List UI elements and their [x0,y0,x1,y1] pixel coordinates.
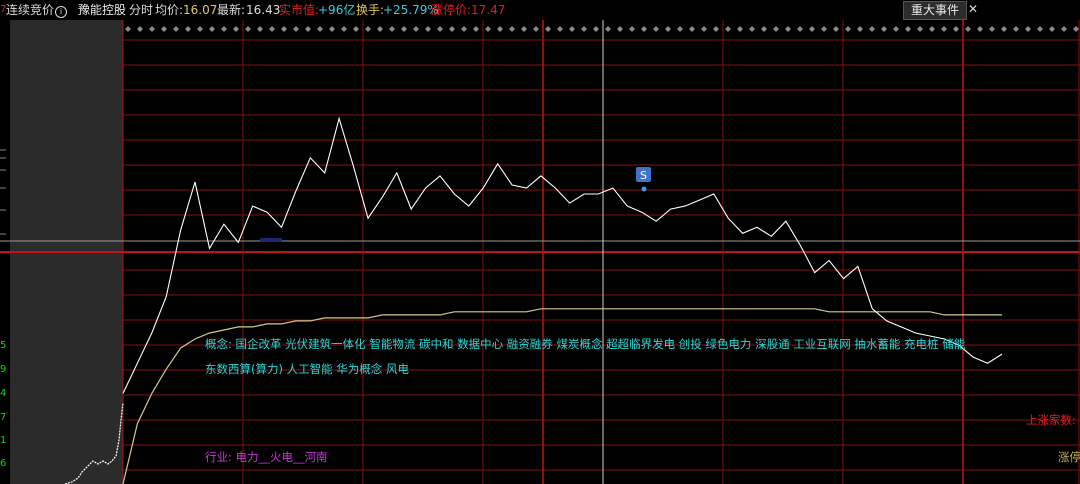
concept-tags-line1: 概念: 国企改革 光伏建筑一体化 智能物流 碳中和 数据中心 融资融券 煤炭概念… [205,336,965,352]
limit-up-label: 涨停 [1058,450,1080,464]
concept-tags-line2: 东数西算(算力) 人工智能 华为概念 风电 [205,362,409,376]
avg-line-highlight [260,238,282,242]
industry-info: 行业: 电力__火电__河南 [205,449,328,465]
limit-price-value: 17.47 [471,3,506,17]
latest-price-value: 16.43 [246,3,281,17]
limit-price-label: 涨停价: [431,3,472,17]
info-icon[interactable]: i [55,6,68,18]
concept-label: 概念: [205,337,232,351]
rise-count-label: 上涨家数: [1026,413,1076,427]
concept-list: 国企改革 光伏建筑一体化 智能物流 碳中和 数据中心 融资融券 煤炭概念 超超临… [235,337,966,351]
avg-price-label: 均价: [155,3,184,17]
chart-mode[interactable]: 分时 [129,0,153,20]
industry-value: 电力__火电__河南 [235,450,328,464]
latest-price-label: 最新: [217,3,246,17]
close-icon[interactable]: ✕ [966,1,980,18]
auction-label: 连续竞价 [6,3,55,17]
trading-status: 连续竞价 i [6,0,68,20]
stock-name: 豫能控股 [78,3,127,17]
market-cap-label: 实市值: [279,3,320,17]
signal-dot [641,186,647,192]
axis-label: 9 [0,364,7,375]
major-events-button[interactable]: 重大事件 [903,1,967,20]
axis-label: 1 [0,435,7,446]
market-cap-value: +96亿 [318,3,356,17]
axis-label: 7 [0,412,7,423]
axis-label: 4 [0,388,7,399]
avg-price-value: 16.07 [183,3,218,17]
turnover-label: 换手: [356,3,385,17]
axis-label: 6 [0,458,7,469]
industry-label: 行业: [205,450,232,464]
axis-label: 7 [0,4,7,15]
signal-badge-label: S [640,169,647,182]
axis-label: 5 [0,340,7,351]
intraday-chart[interactable]: S [0,20,1080,484]
